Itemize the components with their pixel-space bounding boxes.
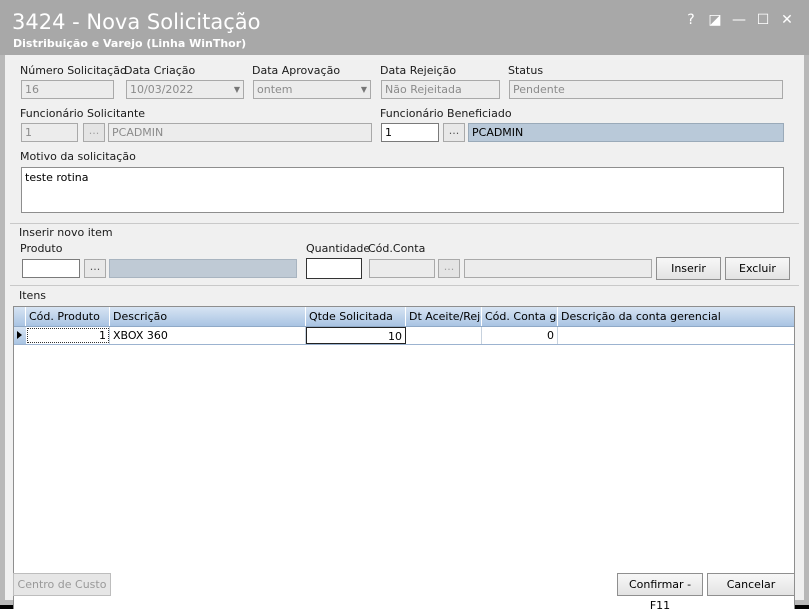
solicitante-name: PCADMIN bbox=[108, 123, 372, 142]
help-icon[interactable]: ? bbox=[681, 11, 701, 29]
conta-code bbox=[369, 259, 435, 278]
divider bbox=[10, 285, 799, 286]
quantidade-label: Quantidade bbox=[306, 242, 371, 255]
cell-dt-aceite[interactable] bbox=[406, 327, 482, 344]
items-section-label: Itens bbox=[19, 289, 47, 302]
row-indicator-icon bbox=[14, 327, 26, 344]
cell-cod-conta[interactable]: 0 bbox=[482, 327, 558, 344]
numero-label: Número Solicitação bbox=[20, 64, 127, 77]
produto-input[interactable] bbox=[22, 259, 80, 278]
grid-header: Cód. Produto Descrição Qtde Solicitada D… bbox=[14, 307, 794, 327]
criacao-field: 10/03/2022 ▼ bbox=[126, 80, 244, 99]
confirmar-button[interactable]: Confirmar - F11 bbox=[617, 573, 703, 609]
beneficiado-code-input[interactable]: 1 bbox=[381, 123, 439, 142]
solicitante-label: Funcionário Solicitante bbox=[20, 107, 146, 120]
chevron-down-icon: ▼ bbox=[360, 85, 367, 94]
insert-section-label: Inserir novo item bbox=[19, 226, 113, 239]
beneficiado-lookup-button[interactable]: ... bbox=[443, 123, 465, 142]
column-cod-conta[interactable]: Cód. Conta ge bbox=[482, 307, 558, 326]
conta-lookup-button: ... bbox=[438, 259, 460, 278]
window-title: 3424 - Nova Solicitação bbox=[12, 10, 261, 34]
beneficiado-name: PCADMIN bbox=[468, 123, 784, 142]
aprovacao-label: Data Aprovação bbox=[252, 64, 341, 77]
aprovacao-value: ontem bbox=[257, 83, 293, 96]
excluir-button[interactable]: Excluir bbox=[725, 257, 790, 280]
divider bbox=[10, 223, 799, 224]
restore-icon[interactable]: ◪ bbox=[705, 11, 725, 29]
rejeicao-label: Data Rejeição bbox=[380, 64, 457, 77]
produto-descricao bbox=[109, 259, 297, 278]
solicitante-lookup-button: ... bbox=[83, 123, 105, 142]
cell-descricao[interactable]: XBOX 360 bbox=[110, 327, 306, 344]
status-field: Pendente bbox=[509, 80, 783, 99]
aprovacao-field: ontem ▼ bbox=[253, 80, 371, 99]
solicitante-code: 1 bbox=[21, 123, 78, 142]
criacao-value: 10/03/2022 bbox=[130, 83, 194, 96]
criacao-label: Data Criação bbox=[124, 64, 196, 77]
cell-desc-conta[interactable] bbox=[558, 327, 794, 344]
close-icon[interactable]: ✕ bbox=[777, 11, 797, 29]
column-descricao[interactable]: Descrição bbox=[110, 307, 306, 326]
grid-header-indicator bbox=[14, 307, 26, 326]
window-subtitle: Distribuição e Varejo (Linha WinThor) bbox=[13, 37, 247, 50]
table-row[interactable]: 1 XBOX 360 10 0 bbox=[14, 327, 794, 345]
title-bar: 3424 - Nova Solicitação Distribuição e V… bbox=[0, 0, 809, 55]
column-cod-produto[interactable]: Cód. Produto bbox=[26, 307, 110, 326]
produto-label: Produto bbox=[20, 242, 63, 255]
numero-field: 16 bbox=[21, 80, 114, 99]
conta-label: Cód.Conta bbox=[368, 242, 426, 255]
quantidade-input[interactable] bbox=[306, 258, 362, 279]
column-dt-aceite[interactable]: Dt Aceite/Reje bbox=[406, 307, 482, 326]
items-grid[interactable]: Cód. Produto Descrição Qtde Solicitada D… bbox=[13, 306, 795, 609]
status-label: Status bbox=[508, 64, 544, 77]
form-content: Número Solicitação 16 Data Criação 10/03… bbox=[5, 55, 804, 609]
motivo-textarea[interactable]: teste rotina bbox=[21, 167, 784, 213]
motivo-label: Motivo da solicitação bbox=[20, 150, 136, 163]
column-qtde-solicitada[interactable]: Qtde Solicitada bbox=[306, 307, 406, 326]
conta-descricao bbox=[464, 259, 652, 278]
cell-qtde-solicitada[interactable]: 10 bbox=[306, 327, 406, 344]
window-controls: ? ◪ — ☐ ✕ bbox=[681, 11, 797, 29]
cell-cod-produto[interactable]: 1 bbox=[26, 327, 110, 344]
maximize-icon[interactable]: ☐ bbox=[753, 11, 773, 29]
inserir-button[interactable]: Inserir bbox=[656, 257, 721, 280]
centro-de-custo-button: Centro de Custo bbox=[13, 573, 111, 596]
chevron-down-icon: ▼ bbox=[233, 85, 240, 94]
beneficiado-label: Funcionário Beneficiado bbox=[380, 107, 512, 120]
produto-lookup-button[interactable]: ... bbox=[84, 259, 106, 278]
minimize-icon[interactable]: — bbox=[729, 11, 749, 29]
dialog-window: 3424 - Nova Solicitação Distribuição e V… bbox=[0, 0, 809, 609]
column-desc-conta[interactable]: Descrição da conta gerencial bbox=[558, 307, 794, 326]
cancelar-button[interactable]: Cancelar bbox=[707, 573, 795, 596]
rejeicao-field: Não Rejeitada bbox=[381, 80, 500, 99]
